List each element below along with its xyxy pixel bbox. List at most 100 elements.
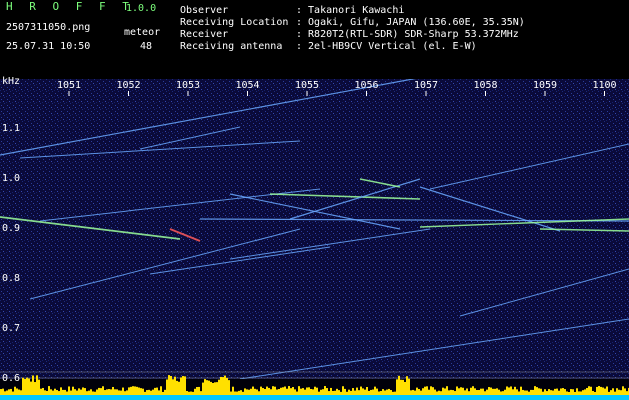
level-bar	[428, 389, 430, 395]
level-bar	[400, 379, 402, 395]
level-bar	[88, 390, 90, 395]
app-name: H R O F F T	[6, 0, 134, 13]
level-bar	[336, 388, 338, 395]
level-bar	[330, 387, 332, 395]
level-bar	[602, 387, 604, 395]
level-bar	[506, 386, 508, 395]
level-bar	[14, 386, 16, 395]
level-bar	[250, 388, 252, 395]
level-bar	[482, 388, 484, 395]
level-bar	[376, 388, 378, 395]
level-bar	[510, 386, 512, 395]
level-bar	[36, 375, 38, 395]
level-bar	[308, 387, 310, 395]
level-bar	[372, 389, 374, 395]
level-bar	[48, 386, 50, 395]
level-bar	[564, 389, 566, 395]
level-bar	[184, 376, 186, 395]
meteor-count-label: meteor	[124, 27, 161, 38]
level-bar	[476, 389, 478, 395]
level-bar	[96, 389, 98, 395]
level-bar	[354, 390, 356, 395]
level-bar	[488, 387, 490, 395]
level-bar	[368, 390, 370, 395]
level-bar	[10, 388, 12, 395]
level-bar	[168, 375, 170, 395]
level-bar	[178, 381, 180, 395]
level-bar	[454, 391, 456, 395]
level-bar	[582, 390, 584, 395]
level-bar	[220, 376, 222, 395]
y-tick-label: 0.8	[2, 273, 21, 284]
level-bar	[102, 386, 104, 395]
level-bar	[50, 389, 52, 395]
level-bar	[500, 391, 502, 395]
level-bar	[530, 389, 532, 395]
level-bar	[30, 381, 32, 395]
level-bar	[152, 389, 154, 395]
level-bar	[216, 382, 218, 395]
level-bar	[130, 386, 132, 395]
level-bar	[226, 377, 228, 395]
level-bar	[362, 388, 364, 395]
level-bar	[382, 389, 384, 395]
level-bar	[46, 390, 48, 395]
x-tick-label: 1051	[56, 80, 82, 91]
level-bar	[286, 388, 288, 395]
level-bar	[576, 388, 578, 395]
level-bar	[212, 382, 214, 395]
level-bar	[626, 391, 628, 395]
level-bar	[528, 391, 530, 395]
level-bar	[342, 386, 344, 395]
info-key-location: Receiving Location	[180, 17, 289, 28]
level-bar	[66, 391, 68, 395]
level-bar	[318, 391, 320, 395]
level-bar	[560, 388, 562, 395]
level-bar	[358, 390, 360, 395]
level-bar	[388, 388, 390, 395]
level-bar	[498, 389, 500, 395]
level-bar	[302, 388, 304, 395]
level-bar	[28, 378, 30, 395]
level-bar	[16, 388, 18, 395]
level-bar	[268, 387, 270, 395]
level-bar	[242, 391, 244, 395]
level-bar	[24, 379, 26, 395]
level-bar	[458, 388, 460, 395]
level-bar	[304, 389, 306, 395]
level-bar	[40, 388, 42, 395]
level-bar	[186, 390, 188, 395]
level-bar	[296, 391, 298, 395]
level-bar	[176, 380, 178, 395]
level-bar	[140, 388, 142, 395]
level-bar	[322, 389, 324, 395]
level-bar	[260, 386, 262, 395]
level-bar	[426, 386, 428, 395]
level-bar	[276, 389, 278, 395]
level-bar	[612, 388, 614, 395]
level-bar	[256, 389, 258, 395]
level-bar	[496, 388, 498, 395]
level-bar	[520, 386, 522, 395]
meteor-count-value: 48	[140, 41, 153, 52]
level-bar	[158, 390, 160, 395]
level-bar	[208, 380, 210, 395]
level-bar	[374, 386, 376, 395]
y-tick-label: 0.7	[2, 323, 21, 334]
level-bar	[54, 388, 56, 395]
info-value-receiver: : R820T2(RTL-SDR) SDR-Sharp 53.372MHz	[296, 29, 519, 40]
x-tick-label: 1053	[175, 80, 201, 91]
level-bar	[156, 387, 158, 395]
level-bar	[346, 391, 348, 395]
level-bar	[558, 390, 560, 395]
level-bar	[234, 391, 236, 395]
x-tick-label: 1056	[354, 80, 379, 91]
level-bar	[162, 391, 164, 395]
level-bar	[468, 391, 470, 395]
level-bar	[562, 388, 564, 395]
level-bar	[542, 391, 544, 395]
y-axis-unit: kHz	[2, 76, 21, 87]
level-bar	[174, 376, 176, 395]
x-tick-label: 1054	[235, 80, 260, 91]
level-bar	[524, 390, 526, 395]
